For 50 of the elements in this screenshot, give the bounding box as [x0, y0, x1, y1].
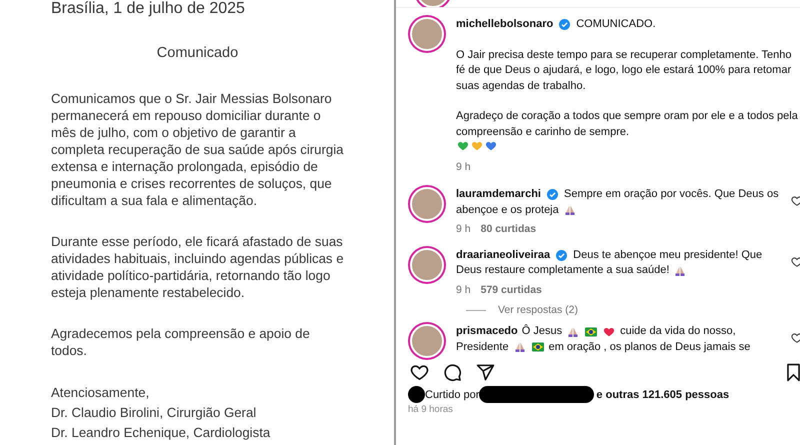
like-icon[interactable]	[790, 332, 800, 344]
avatar[interactable]	[410, 324, 444, 358]
comment-time: 9 h	[456, 282, 471, 298]
closing-text: Atenciosamente,	[51, 384, 150, 402]
document-paragraph: Comunicamos que o Sr. Jair Messias Bolsonaro permanecerá em repouso domiciliar durante o mês de julho, com o objetivo de garantir a completa recuperação de sua saúde após cirurgia extensa e internação prolongada, episódio de pneumonia e crises recorrentes de soluços, que dificultam a sua fala e alimentação.	[51, 90, 344, 209]
post-time: 9 h	[456, 160, 471, 174]
caption-text: O Jair precisa deste tempo para se recuperar completamente. Tenho fé de que Deus o ajudará, e logo, logo ele estará 100% para retomar suas agendas de trabalho.	[456, 48, 792, 94]
signature-text: Dr. Claudio Birolini, Cirurgião Geral	[51, 404, 258, 422]
like-icon[interactable]	[410, 363, 429, 382]
comment-text: Deus te abençoe meu presidente! Que	[573, 248, 762, 262]
praying-hands-icon	[564, 204, 576, 216]
heart-icon	[603, 326, 616, 338]
likes-count-text: e outras 121.605 pessoas	[596, 388, 730, 400]
comment-text: Sempre em oração por vocês. Que Deus os	[564, 187, 779, 202]
comment-text: cuide da vida do nosso,	[620, 324, 736, 339]
send-icon[interactable]	[476, 363, 495, 382]
flag-icon	[585, 326, 598, 338]
like-count[interactable]: 80 curtidas	[480, 222, 536, 238]
praying-hands-icon	[514, 341, 526, 354]
document-paragraph: Agradecemos pela compreensão e apoio de todos.	[51, 325, 311, 359]
caption-text: Agradeço de coração a todos que sempre oram por ele e a todos pela compreensão e carinho de sempre.	[456, 109, 799, 140]
liked-by-text: Curtido por	[425, 388, 480, 400]
avatar[interactable]	[410, 17, 444, 51]
username-link[interactable]: prismacedo	[456, 324, 518, 340]
document-title: Comunicado	[156, 44, 240, 62]
comment-text: Ô Jesus	[522, 324, 562, 339]
comment-icon[interactable]	[443, 363, 462, 382]
praying-hands-icon	[567, 326, 580, 338]
comment-text: Deus restaure completamente a sua saúde!	[456, 263, 670, 278]
post-age: há 9 horas	[408, 404, 454, 415]
comment-text: Presidente	[456, 340, 509, 354]
comment-text: em oração , os planos de Deus jamais se	[548, 340, 750, 354]
avatar[interactable]	[410, 187, 444, 221]
view-replies-link[interactable]: Ver respostas (2)	[498, 304, 578, 316]
username-link[interactable]: draarianeoliveiraa	[456, 248, 550, 263]
like-icon[interactable]	[790, 256, 800, 268]
praying-hands-icon	[674, 264, 686, 277]
caption-title: COMUNICADO.	[576, 17, 656, 32]
signature-text: Dr. Leandro Echenique, Cardiologista	[51, 424, 272, 442]
redaction-block	[408, 386, 425, 403]
comment-time: 9 h	[456, 222, 471, 237]
like-count[interactable]: 579 curtidas	[480, 282, 542, 298]
avatar[interactable]	[410, 248, 444, 282]
username-link[interactable]: michellebolsonaro	[456, 17, 554, 32]
document-paragraph: Durante esse período, ele ficará afastado de suas atividades habituais, incluindo agendas públicas e atividade político-partidária, retornando tão logo esteja plenamente restabelecido.	[51, 233, 344, 301]
document-date: Brasília, 1 de julho de 2025	[51, 0, 246, 18]
like-icon[interactable]	[790, 195, 800, 207]
comment-text: abençoe e os proteja	[456, 202, 559, 218]
username-link[interactable]: lauramdemarchi	[456, 187, 541, 202]
flag-icon	[532, 341, 544, 354]
